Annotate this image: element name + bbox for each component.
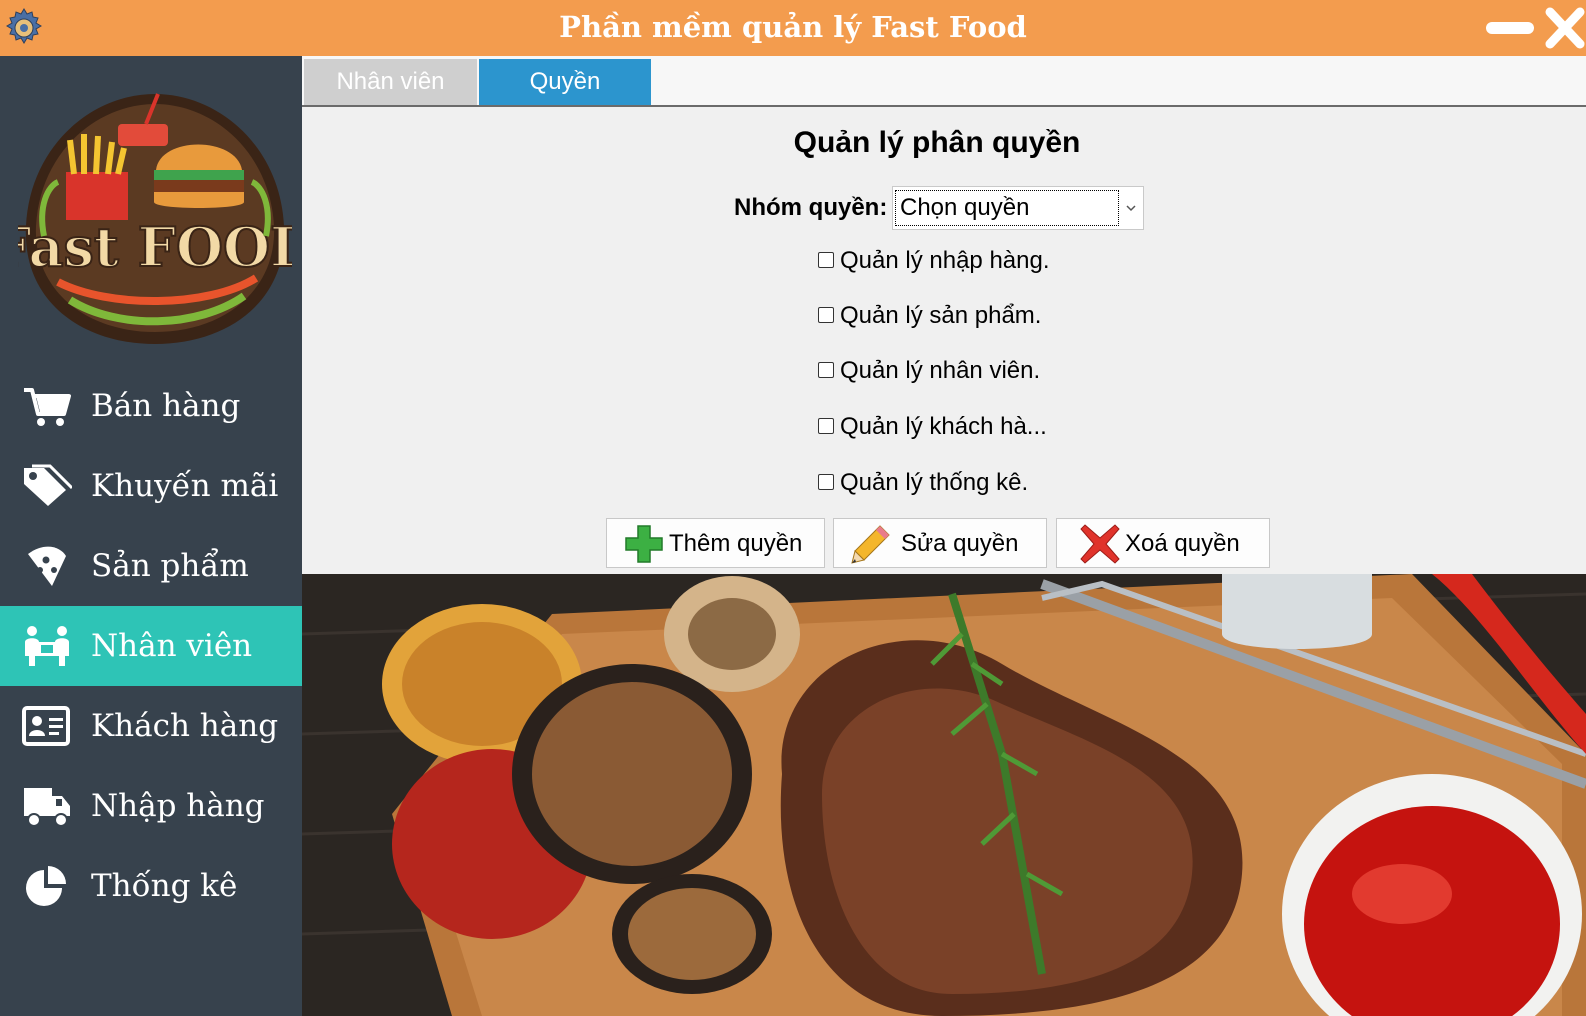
food-banner-image bbox=[302, 574, 1586, 1016]
nav-item-ban-hang[interactable]: Bán hàng bbox=[0, 366, 302, 446]
checkbox-label: Quản lý nhập hàng. bbox=[840, 247, 1050, 274]
add-permission-label: Thêm quyền bbox=[669, 530, 803, 557]
checkbox-label: Quản lý khách hà... bbox=[840, 413, 1047, 440]
delete-permission-label: Xoá quyền bbox=[1125, 530, 1240, 557]
checkbox[interactable] bbox=[818, 362, 834, 378]
chevron-down-icon bbox=[1126, 205, 1136, 212]
delete-x-icon bbox=[1080, 524, 1120, 564]
checkbox[interactable] bbox=[818, 474, 834, 490]
window-title: Phần mềm quản lý Fast Food bbox=[559, 10, 1027, 44]
nav-item-khuyen-mai[interactable]: Khuyến mãi bbox=[0, 446, 302, 526]
minimize-button[interactable] bbox=[1486, 18, 1534, 36]
nav-label: Sản phẩm bbox=[91, 548, 249, 584]
permission-group-select[interactable]: Chọn quyền bbox=[892, 186, 1144, 230]
permission-group-label: Nhóm quyền: bbox=[734, 194, 888, 221]
minimize-icon bbox=[1486, 22, 1534, 34]
checkbox[interactable] bbox=[818, 307, 834, 323]
svg-text:Fast FOOD: Fast FOOD bbox=[18, 215, 292, 279]
tag-icon bbox=[24, 464, 72, 506]
page-title: Quản lý phân quyền bbox=[793, 126, 1081, 159]
sidebar: Fast FOOD Bán hàng Khuyến mãi Sản phẩm bbox=[0, 56, 302, 1016]
pizza-icon bbox=[28, 546, 66, 586]
tab-quyen[interactable]: Quyền bbox=[479, 59, 651, 105]
nav-item-nhap-hang[interactable]: Nhập hàng bbox=[0, 766, 302, 846]
delete-permission-button[interactable]: Xoá quyền bbox=[1056, 518, 1270, 568]
nav-item-nhan-vien[interactable]: Nhân viên bbox=[0, 606, 302, 686]
nav-item-thong-ke[interactable]: Thống kê bbox=[0, 846, 302, 926]
edit-permission-label: Sửa quyền bbox=[901, 530, 1019, 557]
permission-group-value: Chọn quyền bbox=[895, 190, 1119, 226]
fast-food-logo: Fast FOOD bbox=[18, 93, 292, 344]
staff-icon bbox=[25, 626, 69, 666]
checkbox[interactable] bbox=[818, 252, 834, 268]
nav-label: Bán hàng bbox=[91, 388, 241, 424]
tab-bar: Nhân viên Quyền bbox=[302, 56, 1586, 107]
main-panel: Nhân viên Quyền Quản lý phân quyền Nhóm … bbox=[302, 56, 1586, 1016]
nav-label: Nhập hàng bbox=[91, 788, 265, 824]
nav-label: Nhân viên bbox=[91, 628, 253, 664]
cart-icon bbox=[24, 388, 71, 426]
checkbox-label: Quản lý thống kê. bbox=[840, 469, 1029, 496]
nav-label: Thống kê bbox=[91, 868, 238, 904]
checkbox-label: Quản lý sản phẩm. bbox=[840, 302, 1042, 329]
nav-label: Khách hàng bbox=[91, 708, 279, 744]
plus-icon bbox=[625, 525, 663, 563]
checkbox-label: Quản lý nhân viên. bbox=[840, 357, 1041, 384]
truck-icon bbox=[24, 788, 70, 827]
nav-item-khach-hang[interactable]: Khách hàng bbox=[0, 686, 302, 766]
add-permission-button[interactable]: Thêm quyền bbox=[606, 518, 825, 568]
nav-item-san-pham[interactable]: Sản phẩm bbox=[0, 526, 302, 606]
title-bar: Phần mềm quản lý Fast Food bbox=[0, 0, 1586, 56]
edit-permission-button[interactable]: Sửa quyền bbox=[833, 518, 1047, 568]
pencil-icon bbox=[851, 525, 890, 564]
close-icon[interactable] bbox=[1544, 6, 1586, 50]
checkbox[interactable] bbox=[818, 418, 834, 434]
id-card-icon bbox=[22, 706, 70, 746]
pie-chart-icon bbox=[26, 866, 66, 906]
tab-nhan-vien[interactable]: Nhân viên bbox=[304, 59, 477, 105]
nav-label: Khuyến mãi bbox=[91, 468, 279, 504]
